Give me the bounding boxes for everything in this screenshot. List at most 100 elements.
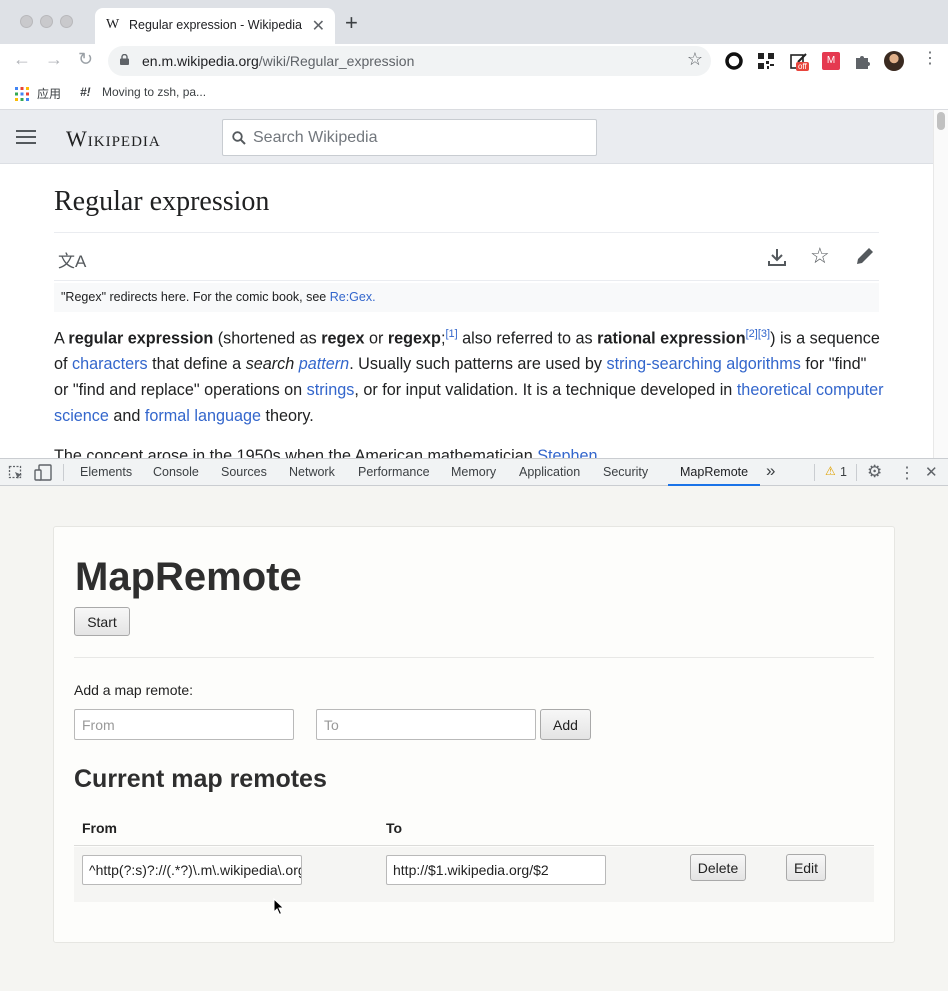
scrollbar-thumb[interactable] (937, 112, 945, 130)
tab-strip: W Regular expression - Wikipedia ✕ + (0, 0, 948, 44)
page-actions-bar: 文A ☆ (54, 233, 879, 281)
device-toolbar-icon[interactable] (34, 464, 52, 481)
hamburger-menu-icon[interactable] (16, 130, 36, 144)
tab-memory[interactable]: Memory (451, 465, 496, 479)
bookmark-apps[interactable]: 应用 (37, 85, 61, 102)
warning-icon[interactable]: ⚠ (825, 464, 836, 478)
browser-tab[interactable]: W Regular expression - Wikipedia ✕ (95, 8, 335, 44)
page-scrollbar[interactable] (933, 110, 948, 458)
warning-count[interactable]: 1 (840, 465, 847, 479)
hatnote-link[interactable]: Re:Gex. (330, 290, 376, 304)
text: (shortened as (213, 329, 322, 348)
back-icon[interactable]: ← (13, 49, 31, 70)
citation-link[interactable]: [3] (758, 328, 770, 340)
browser-toolbar: ← → ↻ en.m.wikipedia.org/wiki/Regular_ex… (0, 44, 948, 78)
bold-term: regular expression (68, 329, 214, 348)
settings-gear-icon[interactable]: ⚙ (867, 462, 882, 482)
tab-console[interactable]: Console (153, 465, 199, 479)
wiki-link[interactable]: characters (72, 355, 148, 373)
url-path: /wiki/Regular_expression (258, 53, 415, 69)
tab-network[interactable]: Network (289, 465, 335, 479)
wiki-link[interactable]: pattern (299, 355, 349, 373)
bookmark-star-icon[interactable]: ☆ (687, 49, 703, 70)
start-button[interactable]: Start (74, 607, 130, 636)
text: that define a (147, 355, 246, 374)
more-tabs-icon[interactable]: » (766, 461, 775, 481)
inspect-element-icon[interactable] (8, 465, 24, 481)
circle-extension-icon[interactable] (725, 52, 743, 70)
to-input[interactable]: To (316, 709, 536, 740)
wiki-link[interactable]: strings (307, 381, 355, 399)
text: and (108, 407, 145, 426)
edit-extension-icon[interactable]: off (790, 52, 809, 71)
mouse-cursor-icon (273, 898, 285, 916)
italic-term: search (245, 355, 295, 374)
devtools-menu-icon[interactable]: ⋮ (899, 463, 915, 483)
profile-avatar[interactable] (884, 51, 904, 71)
table-header: From To (74, 810, 874, 846)
text: A (54, 329, 69, 348)
close-tab-icon[interactable]: ✕ (312, 16, 325, 36)
edit-button[interactable]: Edit (786, 854, 826, 881)
wiki-link[interactable]: Stephen (537, 447, 597, 458)
wikipedia-page: Wikipedia Search Wikipedia Regular expre… (0, 110, 933, 458)
bookmarks-bar: 应用 #! Moving to zsh, pa... (0, 78, 948, 110)
m-extension-icon[interactable]: M (822, 52, 840, 70)
browser-menu-icon[interactable]: ⋮ (922, 51, 938, 67)
tab-application[interactable]: Application (519, 465, 580, 479)
edit-pencil-icon[interactable] (855, 246, 875, 266)
download-icon[interactable] (767, 247, 787, 267)
wiki-header: Wikipedia Search Wikipedia (0, 110, 933, 164)
address-bar[interactable]: en.m.wikipedia.org/wiki/Regular_expressi… (108, 46, 711, 76)
puzzle-extensions-icon[interactable] (853, 52, 871, 70)
text: or (364, 329, 388, 348)
tab-mapremote[interactable]: MapRemote (668, 459, 760, 486)
new-tab-icon[interactable]: + (345, 12, 358, 34)
watch-star-icon[interactable]: ☆ (810, 243, 830, 269)
row-to-input[interactable]: http://$1.wikipedia.org/$2 (386, 855, 606, 885)
close-window-button[interactable] (20, 15, 33, 28)
wiki-link[interactable]: string-searching algorithms (607, 355, 801, 373)
citation-link[interactable]: [1] (445, 328, 457, 340)
bold-term: regexp (387, 329, 441, 348)
reload-icon[interactable]: ↻ (78, 49, 93, 70)
citation-link[interactable]: [2] (746, 328, 758, 340)
apps-grid-icon[interactable] (15, 87, 29, 101)
row-from-input[interactable]: ^http(?:s)?://(.*?)\.m\.wikipedia\.org(.… (82, 855, 302, 885)
tab-mapremote-label: MapRemote (680, 465, 749, 479)
wikipedia-logo[interactable]: Wikipedia (66, 126, 161, 152)
wiki-search-input[interactable]: Search Wikipedia (222, 119, 597, 156)
hatnote-text: "Regex" redirects here. For the comic bo… (61, 290, 330, 304)
tab-elements[interactable]: Elements (80, 465, 132, 479)
bold-term: rational expression (597, 329, 746, 348)
language-icon[interactable]: 文A (58, 247, 86, 272)
from-placeholder: From (82, 717, 115, 733)
delete-button[interactable]: Delete (690, 854, 746, 881)
from-input[interactable]: From (74, 709, 294, 740)
text: The concept arose in the 1950s when the … (54, 447, 538, 458)
forward-icon[interactable]: → (45, 49, 63, 70)
column-from: From (82, 820, 117, 836)
minimize-window-button[interactable] (40, 15, 53, 28)
text: theory. (261, 407, 314, 426)
close-devtools-icon[interactable]: ✕ (925, 463, 938, 481)
bookmark-zsh[interactable]: Moving to zsh, pa... (102, 85, 206, 99)
tab-title: Regular expression - Wikipedia (129, 18, 302, 32)
panel-title: MapRemote (75, 555, 302, 599)
hashbang-favicon-icon: #! (80, 85, 91, 99)
maximize-window-button[interactable] (60, 15, 73, 28)
wiki-link[interactable]: formal language (145, 407, 261, 425)
tab-performance[interactable]: Performance (358, 465, 430, 479)
column-to: To (386, 820, 403, 836)
section-divider (74, 657, 874, 658)
tab-security[interactable]: Security (603, 465, 648, 479)
search-icon (232, 131, 246, 145)
add-button[interactable]: Add (540, 709, 591, 740)
text: also referred to as (457, 329, 598, 348)
tab-sources[interactable]: Sources (221, 465, 267, 479)
second-paragraph: The concept arose in the 1950s when the … (54, 443, 884, 458)
qr-code-icon[interactable] (757, 52, 775, 70)
bold-term: regex (321, 329, 365, 348)
to-placeholder: To (324, 717, 339, 733)
toolbar-divider (63, 464, 64, 481)
